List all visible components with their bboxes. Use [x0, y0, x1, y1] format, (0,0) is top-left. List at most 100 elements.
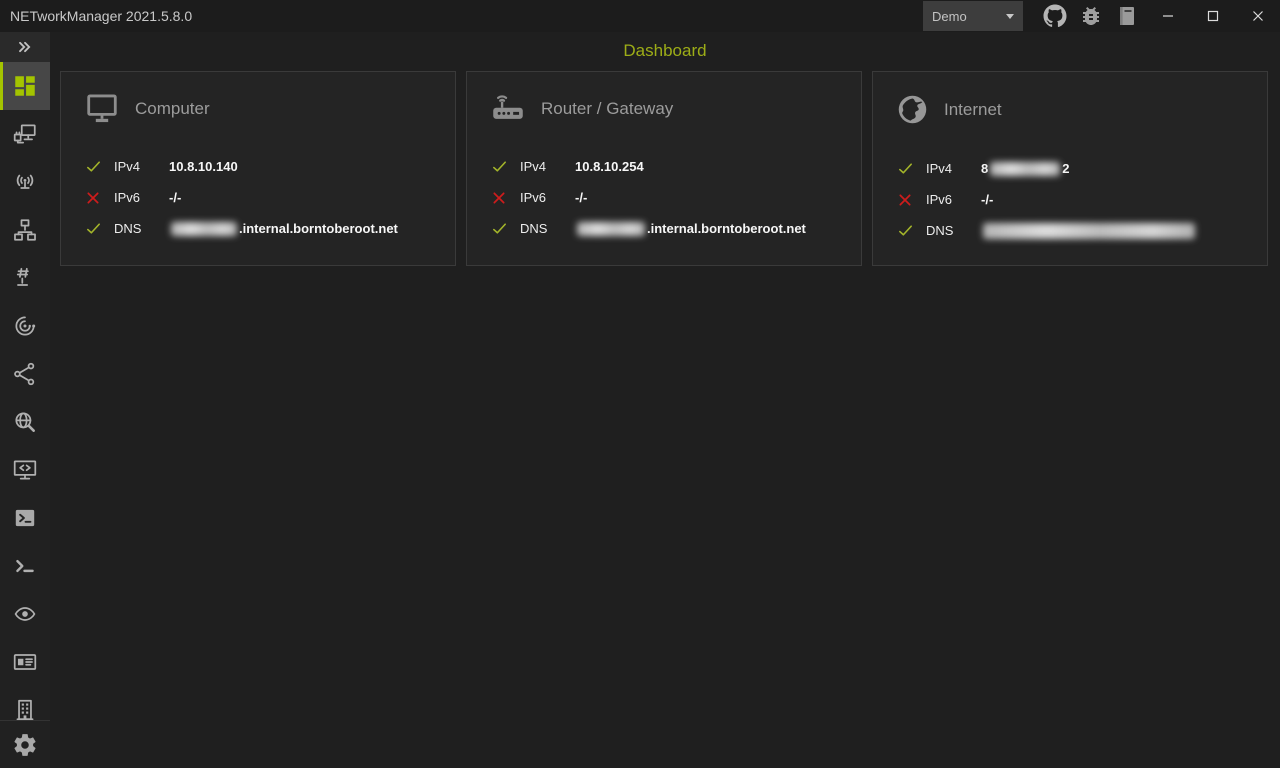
card-rows: IPv410.8.10.140IPv6-/-DNS.internal.bornt… — [85, 151, 455, 244]
row-value: -/- — [575, 190, 587, 205]
card-rows: IPv410.8.10.254IPv6-/-DNS.internal.bornt… — [491, 151, 861, 244]
sidebar-item-dns-lookup[interactable] — [0, 398, 50, 446]
documentation-button[interactable] — [1109, 0, 1145, 32]
row-label: DNS — [114, 221, 169, 236]
card-title: Internet — [944, 100, 1002, 120]
router-gateway-ipv6-row: IPv6-/- — [491, 182, 861, 213]
subnet-calculator-icon — [12, 649, 38, 675]
minimize-icon — [1162, 10, 1174, 22]
network-interface-icon — [12, 121, 38, 147]
sidebar — [0, 32, 50, 768]
eye-icon — [12, 601, 38, 627]
computer-ipv4-row: IPv410.8.10.140 — [85, 151, 455, 182]
row-value: -/- — [981, 192, 993, 207]
dashboard-cards: ComputerIPv410.8.10.140IPv6-/-DNS.intern… — [60, 71, 1268, 266]
value-text: .internal.borntoberoot.net — [239, 221, 398, 236]
card-header: Internet — [896, 93, 1267, 126]
value-text: -/- — [169, 190, 181, 205]
internet-ipv4-row: IPv48 2 — [897, 153, 1267, 184]
status-cell — [897, 192, 926, 208]
status-cell — [85, 220, 114, 237]
terminal-icon — [12, 553, 38, 579]
sidebar-item-port-scanner[interactable] — [0, 254, 50, 302]
row-label: IPv4 — [926, 161, 981, 176]
router-icon — [490, 93, 526, 124]
card-title: Router / Gateway — [541, 99, 673, 119]
internet-dns-row: DNS — [897, 215, 1267, 246]
bug-icon — [1079, 4, 1103, 28]
expand-sidebar-button[interactable] — [0, 32, 50, 62]
status-cell — [897, 160, 926, 177]
sidebar-item-settings[interactable] — [0, 720, 50, 768]
row-label: IPv6 — [114, 190, 169, 205]
status-cell — [85, 158, 114, 175]
report-bug-button[interactable] — [1073, 0, 1109, 32]
minimize-button[interactable] — [1145, 0, 1190, 32]
ip-scanner-icon — [12, 217, 38, 243]
sidebar-item-subnet-calculator[interactable] — [0, 638, 50, 686]
redacted-value — [577, 222, 645, 236]
status-cell — [897, 222, 926, 239]
sidebar-item-wifi[interactable] — [0, 158, 50, 206]
row-label: IPv4 — [114, 159, 169, 174]
sidebar-item-dashboard[interactable] — [0, 62, 50, 110]
computer-monitor-icon — [84, 93, 120, 124]
sidebar-item-ip-scanner[interactable] — [0, 206, 50, 254]
chevron-down-icon — [1006, 14, 1014, 19]
profile-select[interactable]: Demo — [923, 1, 1023, 31]
book-icon — [1115, 4, 1139, 28]
value-text: 10.8.10.254 — [575, 159, 644, 174]
port-scanner-icon — [12, 265, 38, 291]
profile-select-value: Demo — [932, 9, 967, 24]
sidebar-item-traceroute[interactable] — [0, 350, 50, 398]
row-label: DNS — [926, 223, 981, 238]
titlebar-buttons — [1037, 0, 1145, 32]
window-buttons — [1145, 0, 1280, 32]
check-icon — [491, 158, 508, 175]
sidebar-item-powershell[interactable] — [0, 494, 50, 542]
card-computer: ComputerIPv410.8.10.140IPv6-/-DNS.intern… — [60, 71, 456, 266]
computer-dns-row: DNS .internal.borntoberoot.net — [85, 213, 455, 244]
status-cell — [491, 220, 520, 237]
redacted-value — [171, 222, 237, 236]
sidebar-item-network-interface[interactable] — [0, 110, 50, 158]
sidebar-item-ping-monitor[interactable] — [0, 302, 50, 350]
maximize-icon — [1207, 10, 1219, 22]
dns-lookup-icon — [12, 409, 38, 435]
globe-icon — [896, 93, 929, 126]
wifi-icon — [12, 169, 38, 195]
sidebar-item-discovery-protocol[interactable] — [0, 590, 50, 638]
close-button[interactable] — [1235, 0, 1280, 32]
row-value: 10.8.10.140 — [169, 159, 238, 174]
titlebar: NETworkManager 2021.5.8.0 Demo — [0, 0, 1280, 32]
status-cell — [491, 158, 520, 175]
status-cell — [491, 190, 520, 206]
row-value: -/- — [169, 190, 181, 205]
router-gateway-ipv4-row: IPv410.8.10.254 — [491, 151, 861, 182]
dashboard-icon — [12, 73, 38, 99]
chevron-double-right-icon — [15, 37, 35, 57]
github-icon — [1043, 4, 1067, 28]
close-icon — [1252, 10, 1264, 22]
cross-icon — [897, 192, 913, 208]
value-text: -/- — [575, 190, 587, 205]
row-value: 10.8.10.254 — [575, 159, 644, 174]
page-header: Dashboard — [50, 32, 1280, 70]
github-button[interactable] — [1037, 0, 1073, 32]
computer-ipv6-row: IPv6-/- — [85, 182, 455, 213]
window-title: NETworkManager 2021.5.8.0 — [10, 8, 192, 24]
internet-ipv6-row: IPv6-/- — [897, 184, 1267, 215]
value-text: 8 — [981, 161, 988, 176]
sidebar-item-remote-desktop[interactable] — [0, 446, 50, 494]
row-label: IPv6 — [520, 190, 575, 205]
sidebar-item-putty[interactable] — [0, 542, 50, 590]
row-value — [981, 223, 1197, 239]
value-text: 2 — [1062, 161, 1069, 176]
card-internet: Internet IPv48 2 IPv6-/- DNS — [872, 71, 1268, 266]
powershell-icon — [12, 505, 38, 531]
router-gateway-dns-row: DNS.internal.borntoberoot.net — [491, 213, 861, 244]
page-title: Dashboard — [623, 41, 706, 61]
maximize-button[interactable] — [1190, 0, 1235, 32]
value-text: -/- — [981, 192, 993, 207]
status-cell — [85, 190, 114, 206]
